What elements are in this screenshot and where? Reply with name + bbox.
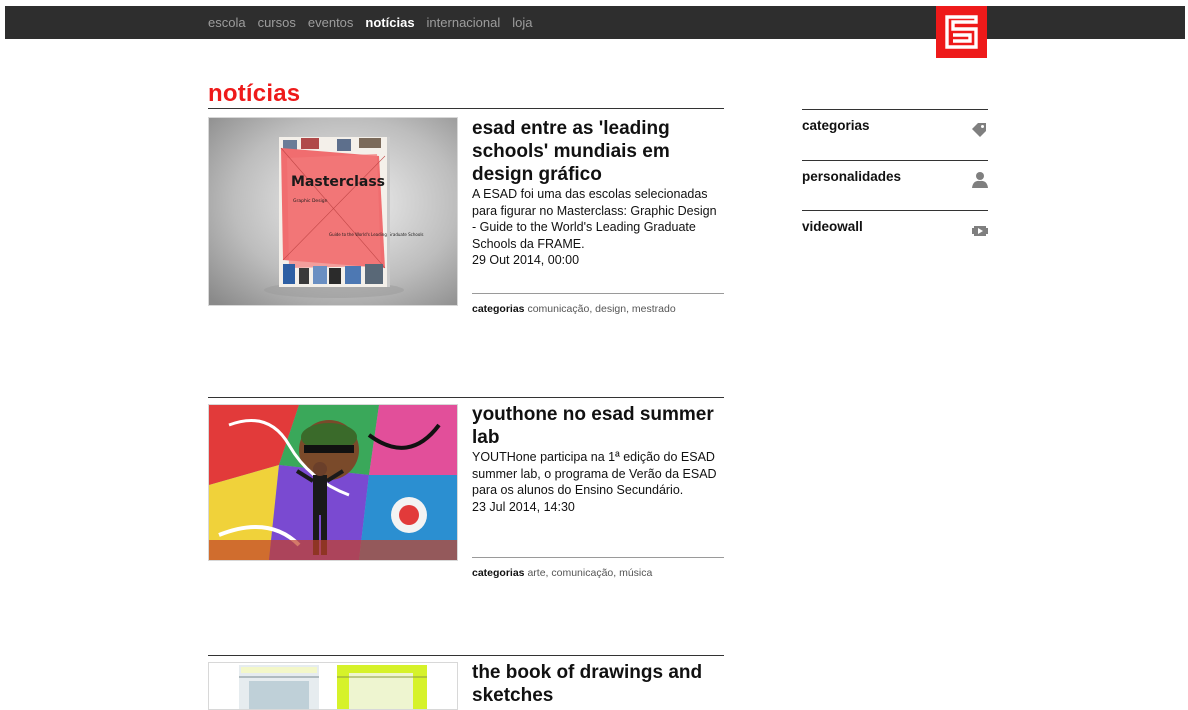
nav-item-loja[interactable]: loja xyxy=(512,15,532,30)
book-cover-subtitle: Graphic Design xyxy=(293,198,328,204)
article-categories: categorias comunicação, design, mestrado xyxy=(472,303,676,315)
article-title: the book of drawings and sketches xyxy=(472,661,724,707)
article-body: the book of drawings and sketches xyxy=(472,661,724,707)
categories-label: categorias xyxy=(472,303,525,315)
article-separator xyxy=(208,655,724,656)
article-categories: categorias arte, comunicação, música xyxy=(472,567,652,579)
article-body: youthone no esad summer lab YOUTHone par… xyxy=(472,403,724,515)
article-summary: YOUTHone participa na 1ª edição do ESAD … xyxy=(472,450,717,497)
categories-links[interactable]: comunicação, design, mestrado xyxy=(527,303,675,315)
sidebar-item-label: personalidades xyxy=(802,169,902,184)
video-icon xyxy=(970,221,988,239)
drawings-book-image xyxy=(209,663,457,709)
article-title: esad entre as 'leading schools' mundiais… xyxy=(472,117,724,186)
window-left-edge xyxy=(0,6,5,707)
sidebar-item-label: categorias xyxy=(802,118,870,133)
article-separator xyxy=(208,397,724,398)
esad-logo-mark xyxy=(945,15,978,49)
nav-item-cursos[interactable]: cursos xyxy=(258,15,296,30)
article-divider xyxy=(472,557,724,558)
article-date: 23 Jul 2014, 14:30 xyxy=(472,499,575,514)
article-thumbnail[interactable] xyxy=(208,662,458,710)
article-title-link[interactable]: esad entre as 'leading schools' mundiais… xyxy=(472,118,670,185)
article-date: 29 Out 2014, 00:00 xyxy=(472,253,580,267)
nav-item-noticias[interactable]: notícias xyxy=(365,15,414,30)
article-title-link[interactable]: youthone no esad summer lab xyxy=(472,404,714,448)
sidebar-item-videowall[interactable]: videowall xyxy=(802,210,988,261)
categories-label: categorias xyxy=(472,567,525,579)
nav-item-internacional[interactable]: internacional xyxy=(427,15,501,30)
nav-item-escola[interactable]: escola xyxy=(208,15,246,30)
page-title: notícias xyxy=(208,80,301,107)
article-title: youthone no esad summer lab xyxy=(472,403,724,449)
sidebar-item-label: videowall xyxy=(802,219,863,234)
categories-links[interactable]: arte, comunicação, música xyxy=(527,567,652,579)
tag-icon xyxy=(970,120,988,138)
article-divider xyxy=(472,293,724,294)
article-summary: A ESAD foi uma das escolas selecionadas … xyxy=(472,187,717,251)
sidebar-item-personalidades[interactable]: personalidades xyxy=(802,160,988,211)
book-cover-title: Masterclass xyxy=(291,174,385,190)
sidebar-item-categorias[interactable]: categorias xyxy=(802,109,988,160)
book-cover-guide: Guide to the World's Leading Graduate Sc… xyxy=(329,232,424,237)
esad-logo[interactable] xyxy=(936,6,987,58)
article-title-link[interactable]: the book of drawings and sketches xyxy=(472,662,702,706)
article-body: esad entre as 'leading schools' mundiais… xyxy=(472,117,724,269)
person-icon xyxy=(970,171,988,189)
top-navigation-bar: escola cursos eventos notícias internaci… xyxy=(5,6,1185,58)
youthone-graffiti-image xyxy=(209,405,457,560)
masterclass-book-image: Masterclass Graphic Design Guide to the … xyxy=(209,118,457,305)
nav-item-eventos[interactable]: eventos xyxy=(308,15,354,30)
title-divider xyxy=(208,108,724,109)
main-nav: escola cursos eventos notícias internaci… xyxy=(208,6,533,39)
article-thumbnail[interactable]: Masterclass Graphic Design Guide to the … xyxy=(208,117,458,306)
article-thumbnail[interactable] xyxy=(208,404,458,561)
